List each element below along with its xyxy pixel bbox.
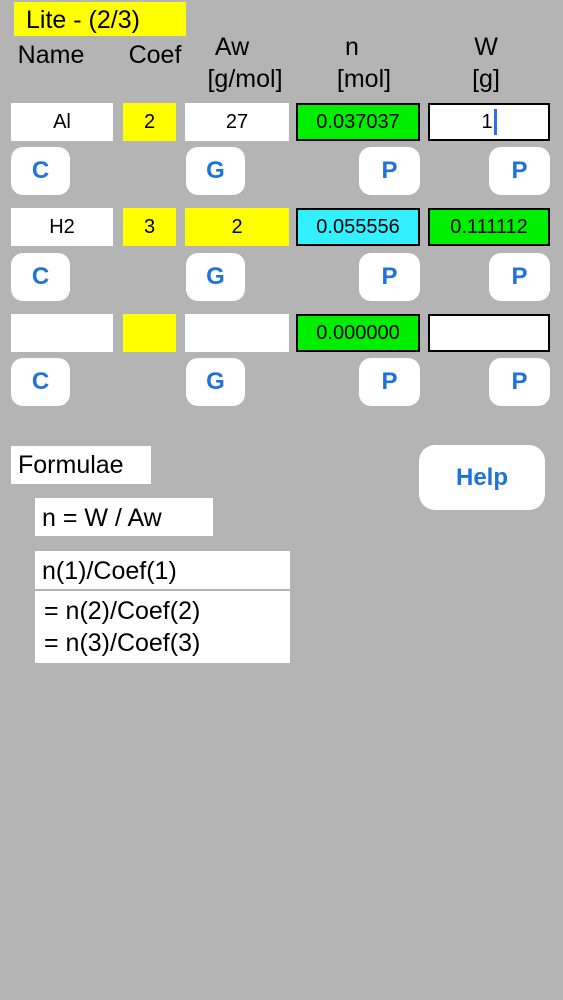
header-w-unit: [g] xyxy=(472,65,500,93)
row3-n-paste-button[interactable]: P xyxy=(359,358,420,406)
row1-name-field[interactable]: Al xyxy=(11,103,113,141)
row2-w-paste-button[interactable]: P xyxy=(489,253,550,301)
row1-w-input[interactable]: 1 xyxy=(428,103,550,141)
row1-w-value: 1 xyxy=(481,110,493,133)
text-cursor xyxy=(493,109,497,135)
formula-ratio-2: = n(2)/Coef(2) xyxy=(44,597,201,625)
row2-w-result: 0.111112 xyxy=(428,208,550,246)
row2-n-result: 0.055556 xyxy=(296,208,420,246)
app-title: Lite - (2/3) xyxy=(14,2,186,36)
row1-coef-field[interactable]: 2 xyxy=(123,103,176,141)
row1-n-result: 0.037037 xyxy=(296,103,420,141)
row2-clear-button[interactable]: C xyxy=(11,253,70,301)
formulae-label: Formulae xyxy=(11,446,151,484)
row2-name-field[interactable]: H2 xyxy=(11,208,113,246)
row3-g-button[interactable]: G xyxy=(186,358,245,406)
row1-g-button[interactable]: G xyxy=(186,147,245,195)
formula-ratio-rest: = n(2)/Coef(2) = n(3)/Coef(3) xyxy=(35,591,290,663)
row3-coef-field[interactable] xyxy=(123,314,176,352)
help-button[interactable]: Help xyxy=(419,445,545,510)
header-w: W xyxy=(474,33,498,61)
formula-ratio-3: = n(3)/Coef(3) xyxy=(44,629,201,657)
row1-w-paste-button[interactable]: P xyxy=(489,147,550,195)
row2-n-paste-button[interactable]: P xyxy=(359,253,420,301)
row3-w-paste-button[interactable]: P xyxy=(489,358,550,406)
header-coef: Coef xyxy=(128,41,182,69)
formula-moles: n = W / Aw xyxy=(35,498,213,536)
row2-aw-field[interactable]: 2 xyxy=(185,208,289,246)
row2-g-button[interactable]: G xyxy=(186,253,245,301)
formula-ratio-1: n(1)/Coef(1) xyxy=(35,551,290,589)
row3-n-result: 0.000000 xyxy=(296,314,420,352)
row3-clear-button[interactable]: C xyxy=(11,358,70,406)
row3-name-field[interactable] xyxy=(11,314,113,352)
header-n: n xyxy=(345,33,359,61)
header-aw: Aw xyxy=(214,33,250,61)
header-n-unit: [mol] xyxy=(336,65,392,93)
row1-aw-field[interactable]: 27 xyxy=(185,103,289,141)
row1-n-paste-button[interactable]: P xyxy=(359,147,420,195)
row1-clear-button[interactable]: C xyxy=(11,147,70,195)
row2-coef-field[interactable]: 3 xyxy=(123,208,176,246)
row3-aw-field[interactable] xyxy=(185,314,289,352)
row3-w-input[interactable] xyxy=(428,314,550,352)
header-name: Name xyxy=(17,41,85,69)
header-aw-unit: [g/mol] xyxy=(207,65,283,93)
